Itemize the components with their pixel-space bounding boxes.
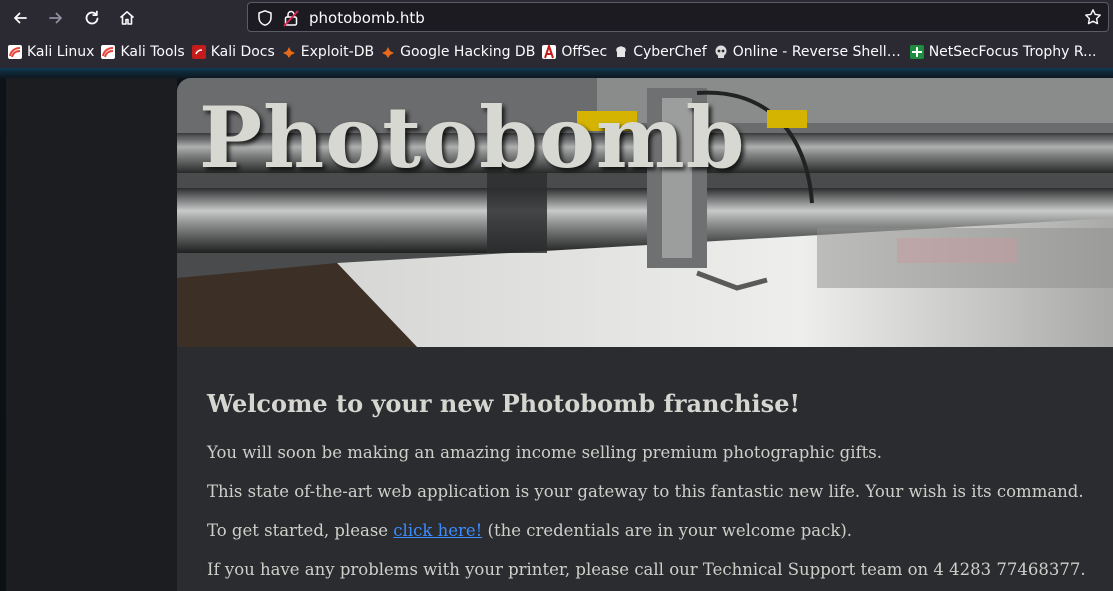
bookmark-exploit-db[interactable]: Exploit-DB: [280, 40, 376, 64]
address-bar[interactable]: photobomb.htb: [247, 2, 1109, 32]
url-text[interactable]: photobomb.htb: [309, 8, 425, 28]
hero-banner: Photobomb: [177, 78, 1113, 347]
insecure-lock-icon[interactable]: [283, 9, 299, 31]
forward-button[interactable]: [43, 5, 69, 31]
welcome-heading: Welcome to your new Photobomb franchise!: [207, 389, 800, 418]
bookmark-google-hacking-db[interactable]: Google Hacking DB: [379, 40, 537, 64]
ghdb-icon: [381, 45, 395, 59]
skull-icon: [714, 45, 728, 59]
main-content: Welcome to your new Photobomb franchise!…: [177, 347, 1113, 591]
left-sidebar: [6, 78, 177, 591]
kali-docs-icon: [191, 45, 206, 59]
kali-icon: [8, 45, 22, 59]
browser-toolbar: photobomb.htb: [0, 0, 1113, 36]
bookmark-kali-tools[interactable]: Kali Tools: [99, 40, 186, 64]
reload-button[interactable]: [79, 5, 105, 31]
back-button[interactable]: [7, 5, 33, 31]
kali-icon: [101, 45, 116, 59]
bookmarks-toolbar: Kali Linux Kali Tools Kali Docs Exploit-…: [0, 36, 1113, 68]
reload-icon: [85, 10, 99, 25]
home-icon: [119, 11, 135, 25]
netsecfocus-icon: [909, 45, 924, 59]
bookmark-cyberchef[interactable]: CyberChef: [612, 40, 709, 64]
exploit-db-icon: [282, 45, 296, 59]
bookmark-kali-docs[interactable]: Kali Docs: [190, 40, 277, 64]
forward-arrow-icon: [49, 12, 62, 24]
bookmark-kali-linux[interactable]: Kali Linux: [6, 40, 96, 64]
home-button[interactable]: [114, 5, 140, 31]
bookmark-offsec[interactable]: OffSec: [540, 40, 609, 64]
hero-title: Photobomb: [199, 88, 746, 187]
bookmark-reverse-shell[interactable]: Online - Reverse Shell ...: [712, 40, 905, 64]
bookmark-netsecfocus[interactable]: NetSecFocus Trophy R...: [908, 40, 1099, 64]
click-here-link[interactable]: click here!: [393, 521, 482, 540]
cyberchef-icon: [614, 45, 628, 59]
get-started-paragraph: To get started, please click here! (the …: [207, 521, 852, 540]
tracking-protection-shield-icon[interactable]: [256, 9, 274, 31]
back-arrow-icon: [14, 12, 27, 24]
intro-paragraph: You will soon be making an amazing incom…: [207, 443, 882, 462]
credentials-note-text: (the credentials are in your welcome pac…: [482, 521, 853, 540]
get-started-text: To get started, please: [207, 521, 394, 540]
gateway-paragraph: This state of-the-art web application is…: [207, 482, 1084, 501]
bookmark-star-icon[interactable]: [1084, 8, 1102, 30]
page-viewport: Photobomb Welcome to your new Photobomb …: [0, 68, 1113, 591]
offsec-icon: [542, 45, 557, 59]
support-paragraph: If you have any problems with your print…: [207, 560, 1086, 579]
